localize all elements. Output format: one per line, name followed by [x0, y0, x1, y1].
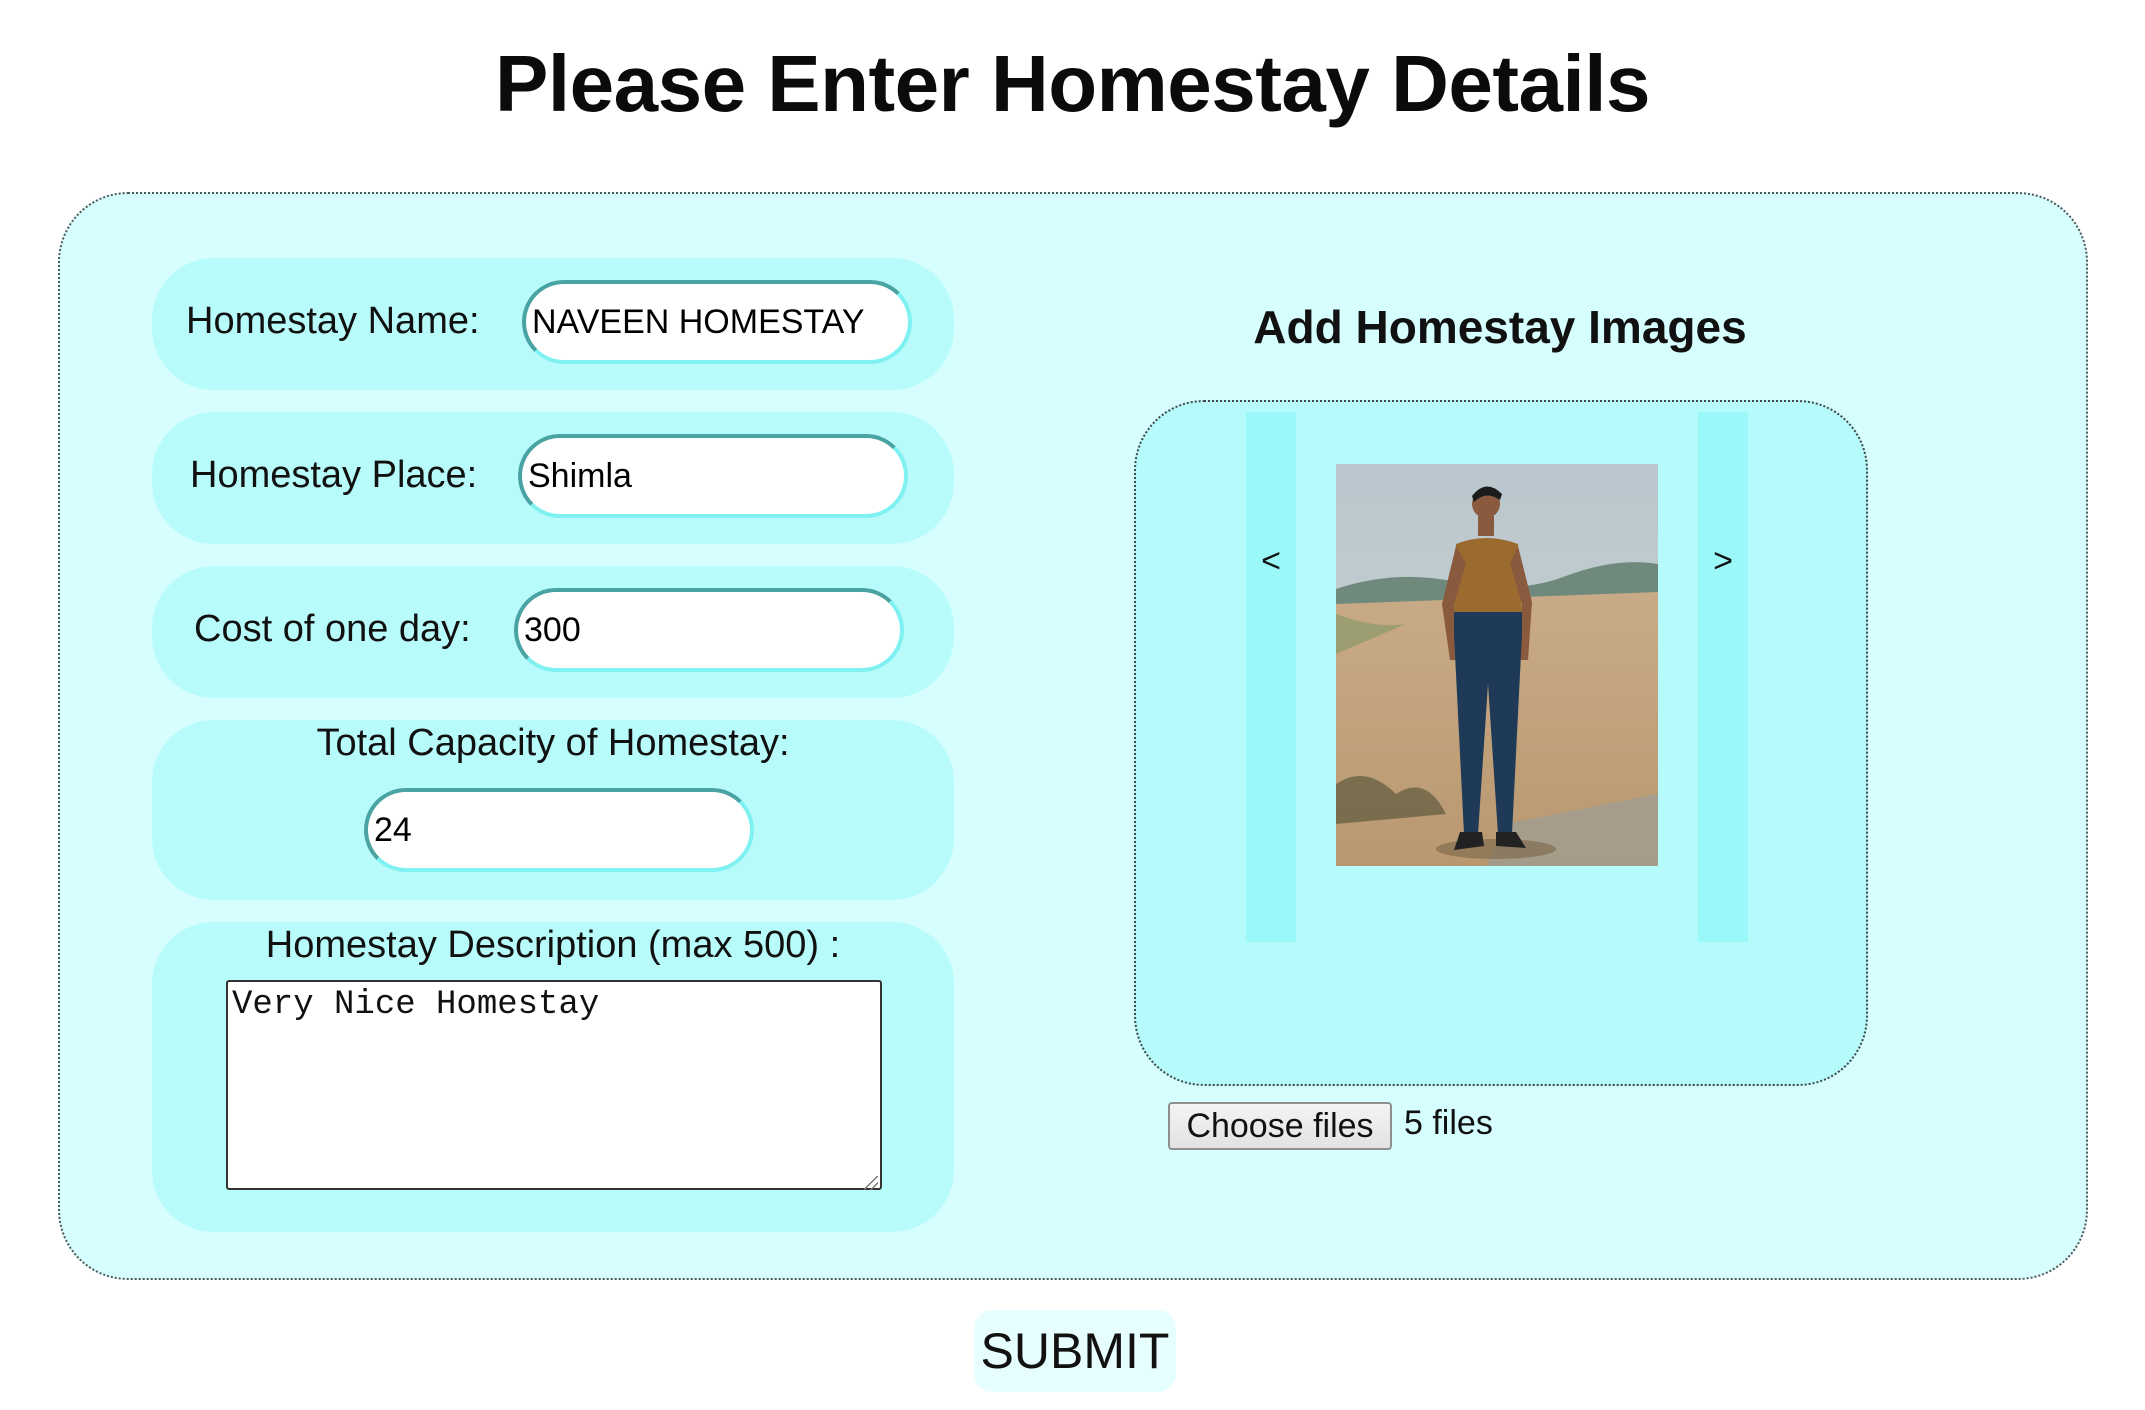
cost-input[interactable]: [514, 588, 904, 672]
description-textarea[interactable]: Very Nice Homestay: [226, 980, 882, 1190]
file-count-label: 5 files: [1404, 1104, 1493, 1142]
submit-button[interactable]: SUBMIT: [974, 1310, 1176, 1392]
capacity-label: Total Capacity of Homestay:: [316, 722, 790, 764]
homestay-name-label: Homestay Name:: [186, 300, 480, 342]
capacity-row: Total Capacity of Homestay:: [152, 720, 954, 900]
image-gallery: < >: [1134, 400, 1868, 1086]
cost-label: Cost of one day:: [194, 608, 471, 650]
capacity-input[interactable]: [364, 788, 754, 872]
gallery-prev-button[interactable]: <: [1246, 412, 1296, 942]
homestay-place-row: Homestay Place:: [152, 412, 954, 544]
images-heading: Add Homestay Images: [1253, 301, 1747, 353]
cost-row: Cost of one day:: [152, 566, 954, 698]
homestay-place-label: Homestay Place:: [190, 454, 478, 496]
homestay-photo: [1336, 464, 1658, 866]
choose-files-button[interactable]: Choose files: [1168, 1102, 1392, 1150]
homestay-name-input[interactable]: [522, 280, 912, 364]
resize-grip-icon[interactable]: [864, 1176, 878, 1190]
homestay-place-input[interactable]: [518, 434, 908, 518]
homestay-name-row: Homestay Name:: [152, 258, 954, 390]
gallery-next-button[interactable]: >: [1698, 412, 1748, 942]
page-title: Please Enter Homestay Details: [495, 39, 1650, 128]
description-row: Homestay Description (max 500) : Very Ni…: [152, 922, 954, 1232]
description-label: Homestay Description (max 500) :: [265, 924, 841, 966]
